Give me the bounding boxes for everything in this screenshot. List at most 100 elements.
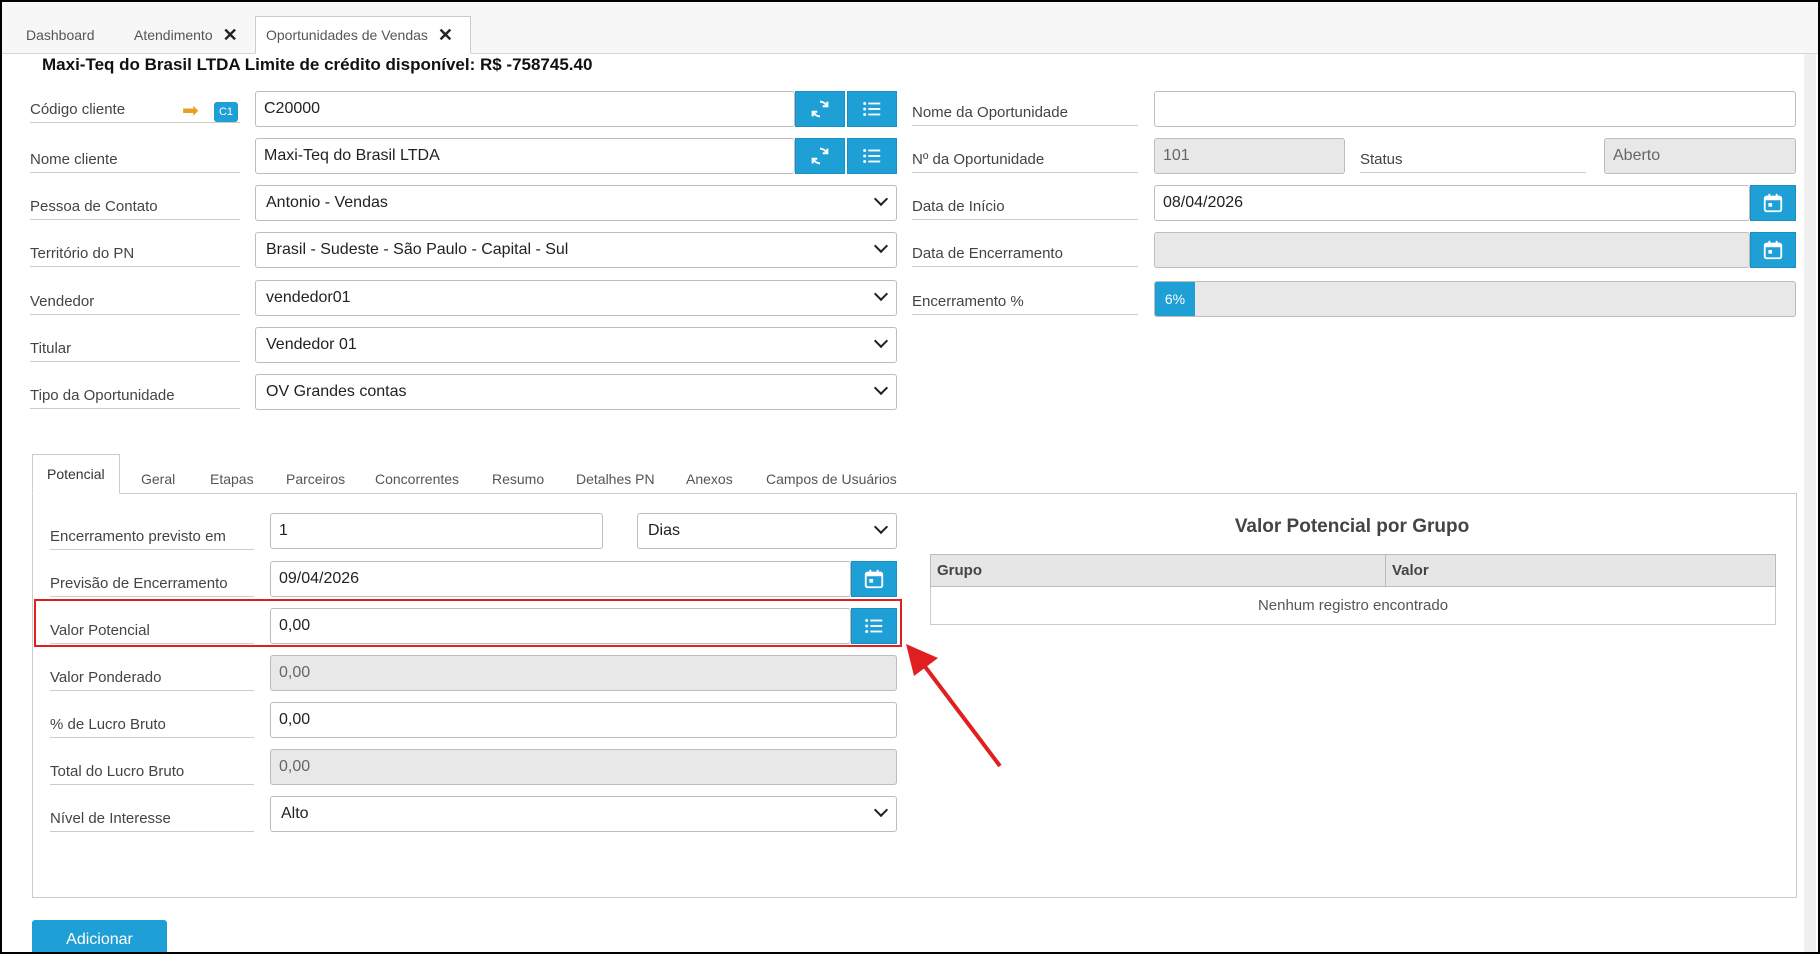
chevron-down-icon — [873, 380, 889, 396]
calendar-icon — [1763, 240, 1783, 260]
calendar-button[interactable] — [851, 561, 897, 597]
select-value: Alto — [281, 805, 309, 822]
chevron-down-icon — [873, 333, 889, 349]
data-encerramento-field — [1154, 232, 1750, 268]
label-valor-ponderado: Valor Ponderado — [50, 669, 254, 691]
calendar-icon — [1763, 193, 1783, 213]
tab-detalhes-pn[interactable]: Detalhes PN — [562, 464, 669, 494]
chevron-down-icon — [873, 802, 889, 818]
tab-etapas[interactable]: Etapas — [196, 464, 268, 494]
tab-geral[interactable]: Geral — [127, 464, 189, 494]
territorio-select[interactable]: Brasil - Sudeste - São Paulo - Capital -… — [255, 232, 897, 268]
progress-fill: 6% — [1155, 282, 1195, 316]
chevron-down-icon — [873, 238, 889, 254]
label-territorio: Território do PN — [30, 245, 240, 267]
num-oportunidade-field: 101 — [1154, 138, 1345, 174]
tab-parceiros[interactable]: Parceiros — [272, 464, 359, 494]
refresh-icon — [811, 147, 829, 165]
select-value: Antonio - Vendas — [266, 194, 388, 211]
tab-label: Oportunidades de Vendas — [266, 27, 428, 43]
lucro-bruto-pct-input[interactable]: 0,00 — [270, 702, 897, 738]
label-tipo: Tipo da Oportunidade — [30, 387, 240, 409]
column-header[interactable]: Valor — [1385, 554, 1776, 587]
tab-label: Atendimento — [134, 27, 213, 43]
total-lucro-bruto-field: 0,00 — [270, 749, 897, 785]
app-window: Dashboard Atendimento ✕ Oportunidades de… — [0, 0, 1820, 954]
column-header[interactable]: Grupo — [930, 554, 1386, 587]
codigo-cliente-input[interactable]: C20000 — [255, 91, 795, 127]
select-value: Brasil - Sudeste - São Paulo - Capital -… — [266, 241, 569, 258]
refresh-button[interactable] — [795, 91, 845, 127]
label-previsao-encerramento: Previsão de Encerramento — [50, 575, 254, 597]
red-arrow-annotation — [906, 644, 1002, 768]
label-lucro-bruto-pct: % de Lucro Bruto — [50, 716, 254, 738]
encerramento-progress: 6% — [1154, 281, 1796, 317]
calendar-icon — [864, 569, 884, 589]
empty-message: Nenhum registro encontrado — [930, 586, 1776, 625]
tab-dashboard[interactable]: Dashboard — [16, 16, 105, 54]
page-title: Maxi-Teq do Brasil LTDA Limite de crédit… — [42, 55, 593, 74]
nivel-interesse-select[interactable]: Alto — [270, 796, 897, 832]
status-field: Aberto — [1604, 138, 1796, 174]
tipo-select[interactable]: OV Grandes contas — [255, 374, 897, 410]
vendedor-select[interactable]: vendedor01 — [255, 280, 897, 316]
tab-bar: Dashboard Atendimento ✕ Oportunidades de… — [2, 2, 1818, 54]
label-nivel-interesse: Nível de Interesse — [50, 810, 254, 832]
tab-campos-usuarios[interactable]: Campos de Usuários — [752, 464, 911, 494]
label-titular: Titular — [30, 340, 240, 362]
close-icon[interactable]: ✕ — [438, 25, 453, 46]
refresh-icon — [811, 100, 829, 118]
label-nome-oportunidade: Nome da Oportunidade — [912, 104, 1138, 126]
label-status: Status — [1360, 151, 1586, 173]
valor-ponderado-field: 0,00 — [270, 655, 897, 691]
list-icon — [863, 149, 881, 163]
nome-oportunidade-input[interactable] — [1154, 91, 1796, 127]
close-icon[interactable]: ✕ — [223, 25, 238, 46]
refresh-button[interactable] — [795, 138, 845, 174]
list-button[interactable] — [847, 91, 897, 127]
data-inicio-input[interactable]: 08/04/2026 — [1154, 185, 1750, 221]
tab-anexos[interactable]: Anexos — [672, 464, 747, 494]
tab-label: Dashboard — [26, 27, 95, 43]
tab-oportunidades[interactable]: Oportunidades de Vendas ✕ — [255, 16, 471, 54]
label-data-encerramento: Data de Encerramento — [912, 245, 1138, 267]
chevron-down-icon — [873, 191, 889, 207]
grupo-table-title: Valor Potencial por Grupo — [1234, 516, 1470, 537]
label-pessoa-contato: Pessoa de Contato — [30, 198, 240, 220]
tab-atendimento[interactable]: Atendimento ✕ — [124, 16, 248, 54]
tab-resumo[interactable]: Resumo — [478, 464, 558, 494]
highlight-box — [34, 599, 902, 647]
chevron-down-icon — [873, 519, 889, 535]
chevron-down-icon — [873, 286, 889, 302]
list-icon — [863, 102, 881, 116]
label-encerramento-previsto: Encerramento previsto em — [50, 528, 254, 550]
grupo-table: Grupo Valor Nenhum registro encontrado — [930, 554, 1776, 625]
table-row: Nenhum registro encontrado — [930, 586, 1776, 625]
encerramento-previsto-input[interactable]: 1 — [270, 513, 603, 549]
label-nome-cliente: Nome cliente — [30, 151, 240, 173]
label-vendedor: Vendedor — [30, 293, 240, 315]
titular-select[interactable]: Vendedor 01 — [255, 327, 897, 363]
label-data-inicio: Data de Início — [912, 198, 1138, 220]
add-button[interactable]: Adicionar — [32, 920, 167, 952]
tab-concorrentes[interactable]: Concorrentes — [361, 464, 473, 494]
tab-potencial[interactable]: Potencial — [32, 454, 120, 494]
select-value: vendedor01 — [266, 289, 351, 306]
c1-badge[interactable]: C1 — [214, 102, 238, 122]
label-num-oportunidade: Nº da Oportunidade — [912, 151, 1138, 173]
label-total-lucro-bruto: Total do Lucro Bruto — [50, 763, 254, 785]
nome-cliente-input[interactable]: Maxi-Teq do Brasil LTDA — [255, 138, 795, 174]
arrow-right-icon[interactable]: ➡ — [182, 98, 199, 123]
calendar-button[interactable] — [1750, 232, 1796, 268]
scrollbar[interactable] — [1804, 54, 1816, 952]
label-codigo-cliente: Código cliente — [30, 101, 240, 123]
unidade-select[interactable]: Dias — [637, 513, 897, 549]
label-encerramento-pct: Encerramento % — [912, 293, 1138, 315]
list-button[interactable] — [847, 138, 897, 174]
select-value: Dias — [648, 522, 681, 539]
pessoa-contato-select[interactable]: Antonio - Vendas — [255, 185, 897, 221]
previsao-encerramento-input[interactable]: 09/04/2026 — [270, 561, 851, 597]
select-value: OV Grandes contas — [266, 383, 407, 400]
calendar-button[interactable] — [1750, 185, 1796, 221]
select-value: Vendedor 01 — [266, 336, 357, 353]
